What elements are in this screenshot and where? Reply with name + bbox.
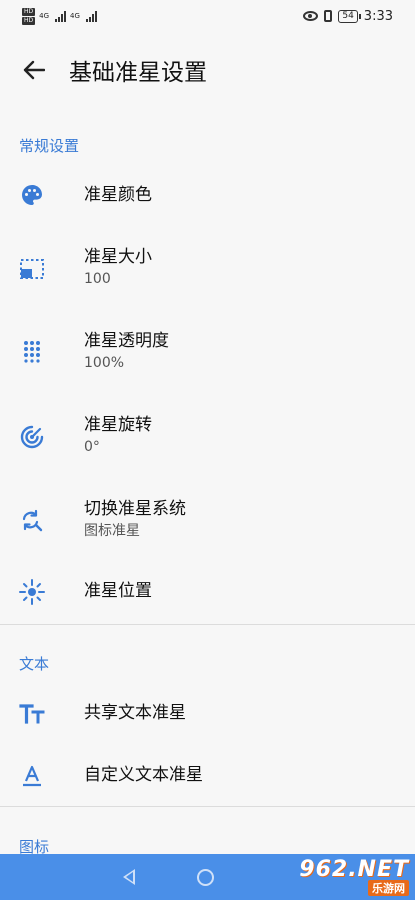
page-title: 基础准星设置: [69, 60, 207, 86]
setting-crosshair-rotation[interactable]: 准星旋转 0°: [0, 408, 415, 466]
setting-title: 切换准星系统: [84, 499, 186, 519]
setting-text: 准星旋转 0°: [84, 414, 152, 457]
app-bar: 基础准星设置: [0, 40, 415, 100]
setting-switch-crosshair-system[interactable]: 切换准星系统 图标准星: [0, 492, 415, 550]
setting-text: 准星透明度 100%: [84, 330, 169, 373]
divider: [0, 806, 415, 807]
setting-text: 自定义文本准星: [84, 764, 203, 786]
setting-shared-text-crosshair[interactable]: 共享文本准星: [0, 688, 415, 740]
setting-value: 100%: [84, 355, 125, 371]
signal-2-icon: [85, 10, 97, 22]
hd-badge-2: HD: [22, 16, 36, 25]
resize-icon: [17, 254, 47, 284]
clock: 3:33: [363, 8, 393, 24]
setting-title: 准星位置: [84, 581, 152, 601]
setting-text: 准星大小 100: [84, 246, 152, 289]
status-bar-right: 54 3:33: [303, 9, 393, 24]
setting-title: 准星大小: [84, 247, 152, 267]
setting-text: 准星位置: [84, 580, 152, 602]
setting-crosshair-position[interactable]: 准星位置: [0, 566, 415, 618]
nav-back-icon[interactable]: [123, 869, 135, 885]
refresh-search-icon: [17, 506, 47, 536]
setting-title: 自定义文本准星: [84, 765, 203, 785]
setting-crosshair-color[interactable]: 准星颜色: [0, 170, 415, 222]
rotation-icon: [17, 422, 47, 452]
setting-text: 准星颜色: [84, 184, 152, 206]
network-type-2: 4G: [70, 12, 80, 20]
hd-badge-1: HD: [22, 7, 36, 16]
vibrate-icon: [324, 10, 333, 22]
back-button[interactable]: [12, 48, 56, 92]
setting-title: 共享文本准星: [84, 703, 186, 723]
watermark-bottom: 乐游网: [368, 879, 409, 896]
setting-value: 0°: [84, 439, 100, 455]
text-format-icon: [17, 761, 47, 791]
palette-icon: [17, 180, 47, 210]
status-bar: HD HD 4G 4G 54 3:33: [0, 0, 415, 32]
text-tt-icon: [17, 699, 47, 729]
hd-indicators: HD HD: [22, 7, 36, 25]
eye-comfort-icon: [303, 11, 319, 21]
setting-value: 100: [84, 271, 111, 287]
signal-1-icon: [55, 10, 67, 22]
setting-text: 切换准星系统 图标准星: [84, 498, 186, 541]
watermark-top: 962.NET: [299, 856, 409, 882]
section-header-text: 文本: [19, 655, 50, 673]
status-bar-left: HD HD 4G 4G: [22, 7, 97, 25]
crosshair-position-icon: [17, 577, 47, 607]
setting-value: 图标准星: [84, 523, 140, 539]
nav-home-icon[interactable]: [197, 868, 214, 886]
setting-title: 准星颜色: [84, 185, 152, 205]
divider: [0, 624, 415, 625]
setting-crosshair-size[interactable]: 准星大小 100: [0, 240, 415, 298]
network-type-1: 4G: [39, 12, 50, 20]
watermark-logo: 962.NET 乐游网: [277, 855, 409, 897]
setting-title: 准星旋转: [84, 415, 152, 435]
section-header-general: 常规设置: [19, 137, 80, 155]
opacity-dots-icon: [17, 338, 47, 368]
setting-title: 准星透明度: [84, 331, 169, 351]
arrow-left-icon: [23, 60, 45, 80]
setting-custom-text-crosshair[interactable]: 自定义文本准星: [0, 750, 415, 802]
setting-crosshair-opacity[interactable]: 准星透明度 100%: [0, 324, 415, 382]
setting-text: 共享文本准星: [84, 702, 186, 724]
battery-icon: 54: [338, 9, 362, 23]
